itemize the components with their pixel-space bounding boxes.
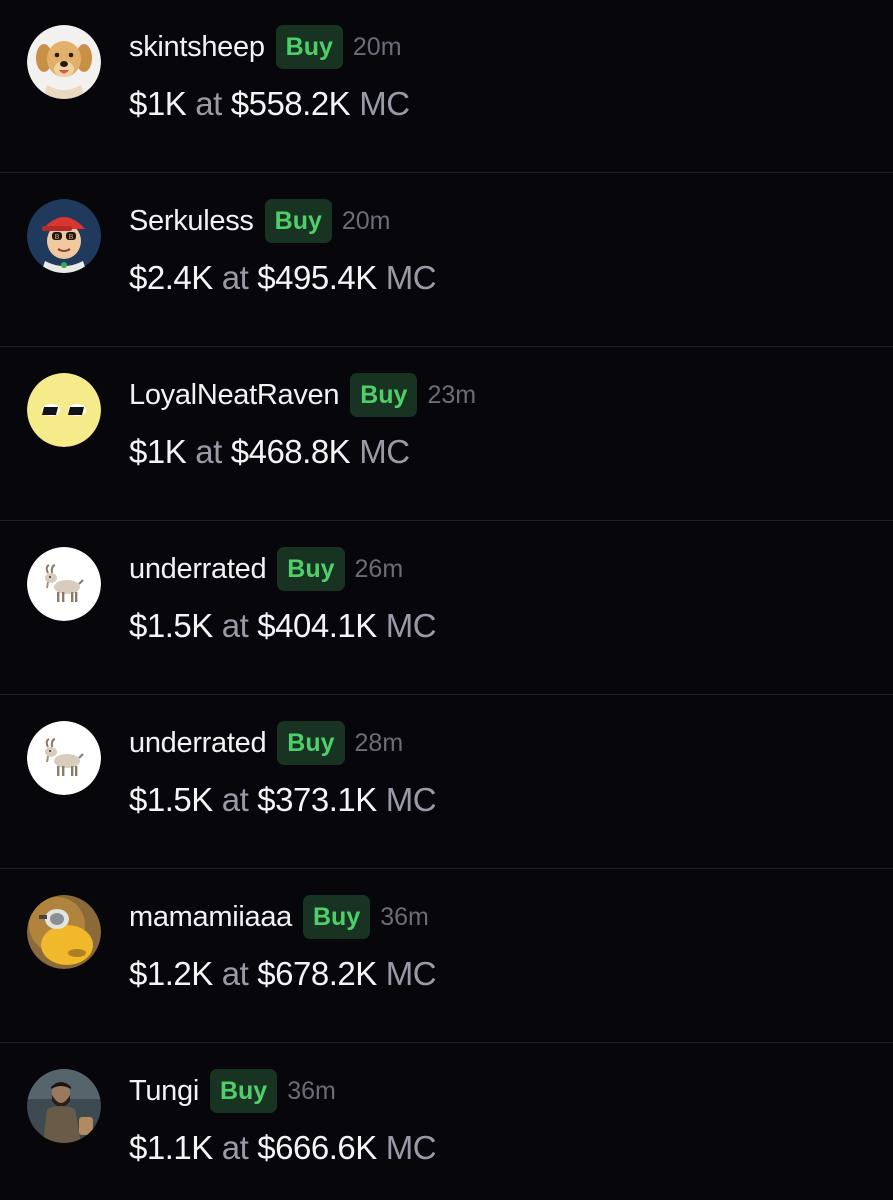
golden-retriever-puppy-avatar[interactable]	[27, 25, 101, 99]
market-cap-value: $678.2K	[257, 955, 377, 992]
trade-amount: $2.4K	[129, 259, 213, 296]
market-cap-value: $468.8K	[230, 433, 351, 470]
svg-text:B: B	[69, 233, 74, 241]
buy-badge: Buy	[303, 895, 371, 939]
trade-header: mamamiiaaa Buy 36m	[129, 894, 429, 940]
trade-summary: $1K at $558.2K MC	[129, 80, 410, 128]
timestamp: 26m	[354, 554, 404, 583]
buy-badge: Buy	[264, 199, 332, 243]
trade-summary: $1.2K at $678.2K MC	[129, 950, 437, 998]
at-label: at	[221, 1129, 249, 1166]
market-cap-unit: MC	[385, 1129, 437, 1166]
market-cap-unit: MC	[385, 259, 437, 296]
timestamp: 36m	[287, 1076, 336, 1105]
at-label: at	[195, 433, 222, 470]
cartoon-cap-character-avatar[interactable]: B B	[27, 199, 101, 273]
timestamp: 23m	[427, 380, 477, 409]
trade-row[interactable]: B B Serkuless Buy 20m $2.4K at $495.4K M…	[0, 174, 893, 347]
trade-row[interactable]: underrated Buy 28m $1.5K at $373.1K MC	[0, 696, 893, 869]
market-cap-value: $666.6K	[257, 1129, 377, 1166]
username[interactable]: mamamiiaaa	[129, 901, 292, 934]
timestamp: 36m	[380, 902, 429, 931]
at-label: at	[221, 781, 249, 818]
at-label: at	[221, 607, 249, 644]
username[interactable]: underrated	[129, 727, 267, 760]
trade-row[interactable]: Tungi Buy 36m $1.1K at $666.6K MC	[0, 1044, 893, 1200]
trade-amount: $1.1K	[129, 1129, 213, 1166]
goat-avatar[interactable]	[27, 547, 101, 621]
trade-header: underrated Buy 28m	[129, 720, 403, 766]
trade-amount: $1K	[129, 433, 187, 470]
trade-summary: $1.1K at $666.6K MC	[129, 1124, 437, 1172]
trade-amount: $1.5K	[129, 781, 213, 818]
market-cap-unit: MC	[359, 85, 410, 122]
goat-avatar[interactable]	[27, 721, 101, 795]
trade-summary: $2.4K at $495.4K MC	[129, 254, 437, 302]
trade-feed: skintsheep Buy 20m $1K at $558.2K MC B B	[0, 0, 893, 1200]
username[interactable]: Serkuless	[129, 205, 254, 238]
username[interactable]: skintsheep	[129, 31, 265, 64]
svg-text:B: B	[55, 233, 60, 241]
bearded-man-photo-avatar[interactable]	[27, 1069, 101, 1143]
at-label: at	[195, 85, 222, 122]
at-label: at	[221, 955, 249, 992]
trade-header: LoyalNeatRaven Buy 23m	[129, 372, 476, 418]
trade-header: Tungi Buy 36m	[129, 1068, 336, 1114]
trade-row[interactable]: skintsheep Buy 20m $1K at $558.2K MC	[0, 0, 893, 173]
buy-badge: Buy	[277, 547, 345, 591]
market-cap-value: $404.1K	[257, 607, 377, 644]
trade-header: skintsheep Buy 20m	[129, 24, 402, 70]
username[interactable]: Tungi	[129, 1075, 199, 1108]
trade-amount: $1.2K	[129, 955, 213, 992]
buy-badge: Buy	[275, 25, 343, 69]
trade-summary: $1.5K at $373.1K MC	[129, 776, 437, 824]
goggles-creature-avatar[interactable]	[27, 895, 101, 969]
market-cap-value: $558.2K	[230, 85, 351, 122]
username[interactable]: underrated	[129, 553, 267, 586]
market-cap-value: $495.4K	[257, 259, 377, 296]
buy-badge: Buy	[350, 373, 418, 417]
trade-header: underrated Buy 26m	[129, 546, 403, 592]
market-cap-unit: MC	[385, 955, 437, 992]
trade-amount: $1K	[129, 85, 187, 122]
username[interactable]: LoyalNeatRaven	[129, 379, 340, 412]
buy-badge: Buy	[277, 721, 345, 765]
trade-header: Serkuless Buy 20m	[129, 198, 391, 244]
trade-row[interactable]: underrated Buy 26m $1.5K at $404.1K MC	[0, 522, 893, 695]
timestamp: 20m	[341, 206, 391, 235]
at-label: at	[221, 259, 249, 296]
market-cap-unit: MC	[359, 433, 410, 470]
buy-badge: Buy	[209, 1069, 278, 1113]
market-cap-unit: MC	[385, 781, 437, 818]
yellow-eyes-avatar[interactable]	[27, 373, 101, 447]
timestamp: 20m	[352, 32, 402, 61]
trade-summary: $1K at $468.8K MC	[129, 428, 410, 476]
market-cap-value: $373.1K	[257, 781, 377, 818]
trade-summary: $1.5K at $404.1K MC	[129, 602, 437, 650]
market-cap-unit: MC	[385, 607, 437, 644]
trade-row[interactable]: mamamiiaaa Buy 36m $1.2K at $678.2K MC	[0, 870, 893, 1043]
trade-amount: $1.5K	[129, 607, 213, 644]
trade-row[interactable]: LoyalNeatRaven Buy 23m $1K at $468.8K MC	[0, 348, 893, 521]
timestamp: 28m	[354, 728, 404, 757]
